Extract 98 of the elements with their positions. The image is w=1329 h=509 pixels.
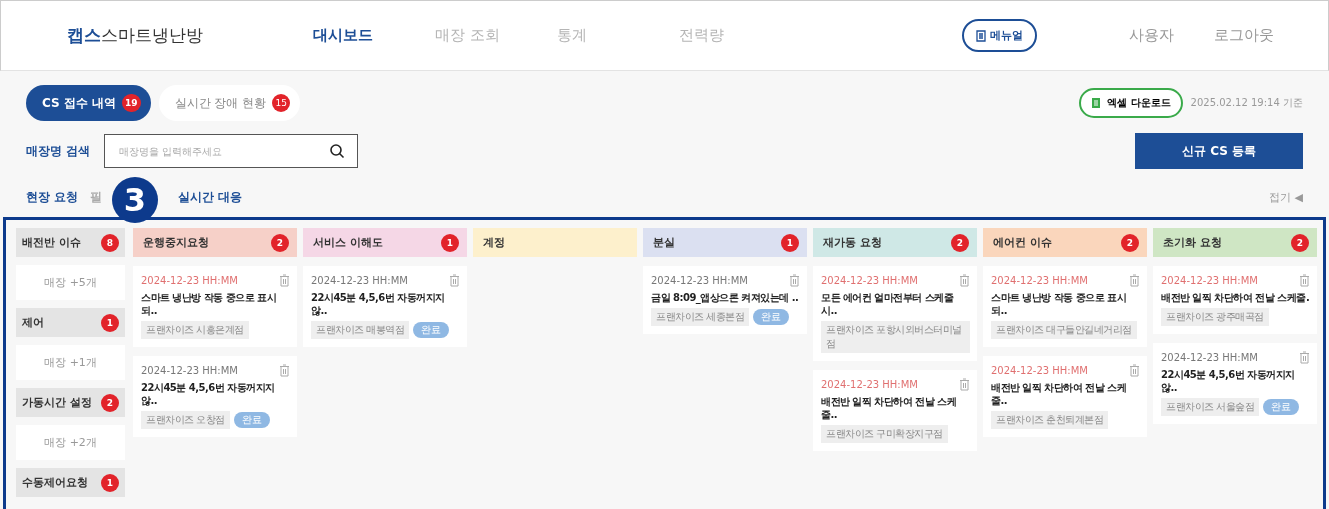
card-date: 2024-12-23 HH:MM bbox=[821, 275, 918, 286]
store-tag: 프랜차이즈 춘천퇴계본점 bbox=[991, 411, 1109, 429]
category-header[interactable]: 수동제어요청 1 bbox=[16, 468, 125, 497]
cs-card[interactable]: 2024-12-23 HH:MM 배전반 일찍 차단하여 전날 스케줄. 프랜차이즈 광주매곡점 bbox=[1153, 266, 1317, 334]
card-date: 2024-12-23 HH:MM bbox=[141, 365, 238, 376]
manual-button[interactable]: 메뉴얼 bbox=[962, 19, 1037, 52]
card-title: 스마트 냉난방 작동 중으로 표시되.. bbox=[141, 291, 278, 317]
count-badge: 1 bbox=[101, 473, 119, 492]
trash-icon[interactable] bbox=[1129, 274, 1140, 287]
store-tag: 프랜차이즈 세종본점 bbox=[651, 308, 750, 326]
cs-card[interactable]: 2024-12-23 HH:MM 22시45분 4,5,6번 자동꺼지지않.. 프랜차이즈 서울숲점 완료 bbox=[1153, 343, 1317, 424]
card-title: 스마트 냉난방 작동 중으로 표시되.. bbox=[991, 291, 1128, 317]
store-tag: 프랜차이즈 매봉역점 bbox=[311, 321, 410, 339]
card-title: 22시45분 4,5,6번 자동꺼지지않.. bbox=[1161, 368, 1296, 394]
sub-tab[interactable]: 현장 요청 bbox=[26, 188, 79, 206]
store-tag: 프랜차이즈 구미확장지구점 bbox=[821, 425, 948, 443]
store-tag: 프랜차이즈 광주매곡점 bbox=[1161, 308, 1269, 326]
card-date: 2024-12-23 HH:MM bbox=[821, 379, 918, 390]
trash-icon[interactable] bbox=[959, 274, 970, 287]
card-date: 2024-12-23 HH:MM bbox=[991, 275, 1088, 286]
cs-card[interactable]: 2024-12-23 HH:MM 모든 에어컨 얼마전부터 스케줄 시.. 프랜차이즈 포항시외버스터미널점 bbox=[813, 266, 977, 361]
store-tag: 프랜차이즈 대구들안길네거리점 bbox=[991, 321, 1137, 339]
search-label: 매장명 검색 bbox=[26, 142, 91, 160]
card-title: 배전반 일찍 차단하여 전날 스케줄.. bbox=[991, 381, 1128, 407]
category-header[interactable]: 배전반 이슈 8 bbox=[16, 228, 125, 257]
done-badge: 완료 bbox=[413, 322, 450, 338]
nav-link[interactable]: 대시보드 bbox=[313, 26, 435, 45]
trash-icon[interactable] bbox=[279, 274, 290, 287]
store-tag: 프랜차이즈 시흥은계점 bbox=[141, 321, 249, 339]
timestamp: 2025.02.12 19:14 기준 bbox=[1190, 96, 1303, 110]
cs-card[interactable]: 2024-12-23 HH:MM 금일 8:09_앱상으론 켜져있는데 .. 프랜차이즈 세종본점 완료 bbox=[643, 266, 807, 334]
cs-card[interactable]: 2024-12-23 HH:MM 배전반 일찍 차단하여 전날 스케줄.. 프랜차이즈 구미확장지구점 bbox=[813, 370, 977, 451]
card-title: 22시45분 4,5,6번 자동꺼지지않.. bbox=[141, 381, 276, 407]
count-badge: 2 bbox=[951, 233, 969, 252]
count-badge: 2 bbox=[271, 233, 289, 252]
category-label: 가동시간 설정 bbox=[22, 395, 92, 410]
column-title: 초기화 요청 bbox=[1163, 235, 1222, 250]
cs-card[interactable]: 2024-12-23 HH:MM 22시45분 4,5,6번 자동꺼지지않.. 프랜차이즈 매봉역점 완료 bbox=[303, 266, 467, 347]
cs-card[interactable]: 2024-12-23 HH:MM 스마트 냉난방 작동 중으로 표시되.. 프랜차이즈 대구들안길네거리점 bbox=[983, 266, 1147, 347]
excel-download-button[interactable]: 엑셀 다운로드 bbox=[1079, 88, 1183, 118]
trash-icon[interactable] bbox=[1299, 351, 1310, 364]
count-badge: 1 bbox=[781, 233, 799, 252]
document-icon bbox=[976, 29, 986, 42]
new-cs-button[interactable]: 신규 CS 등록 bbox=[1135, 133, 1303, 169]
trash-icon[interactable] bbox=[789, 274, 800, 287]
tab[interactable]: 실시간 장애 현황 15 bbox=[158, 85, 301, 121]
tab[interactable]: CS 접수 내역 19 bbox=[26, 85, 151, 121]
count-badge: 1 bbox=[101, 313, 119, 332]
cs-card[interactable]: 2024-12-23 HH:MM 배전반 일찍 차단하여 전날 스케줄.. 프랜차이즈 춘천퇴계본점 bbox=[983, 356, 1147, 437]
store-tag: 프랜차이즈 포항시외버스터미널점 bbox=[821, 321, 970, 353]
cs-card[interactable]: 2024-12-23 HH:MM 스마트 냉난방 작동 중으로 표시되.. 프랜차이즈 시흥은계점 bbox=[133, 266, 297, 347]
card-date: 2024-12-23 HH:MM bbox=[1161, 275, 1258, 286]
card-date: 2024-12-23 HH:MM bbox=[651, 275, 748, 286]
category-label: 제어 bbox=[22, 315, 44, 330]
trash-icon[interactable] bbox=[279, 364, 290, 377]
logo[interactable]: 캡스스마트냉난방 bbox=[67, 24, 313, 47]
search-icon[interactable] bbox=[329, 143, 346, 159]
trash-icon[interactable] bbox=[959, 378, 970, 391]
search-input[interactable]: 매장명을 입력해주세요 bbox=[117, 144, 330, 158]
count-badge: 8 bbox=[101, 233, 119, 252]
card-title: 금일 8:09_앱상으론 켜져있는데 .. bbox=[651, 291, 800, 304]
card-date: 2024-12-23 HH:MM bbox=[311, 275, 408, 286]
card-date: 2024-12-23 HH:MM bbox=[141, 275, 238, 286]
done-badge: 완료 bbox=[1263, 399, 1300, 415]
column-title: 분실 bbox=[653, 235, 675, 250]
store-tag: 프랜차이즈 서울숲점 bbox=[1161, 398, 1260, 416]
count-badge: 2 bbox=[1291, 233, 1309, 252]
card-title: 22시45분 4,5,6번 자동꺼지지않.. bbox=[311, 291, 446, 317]
trash-icon[interactable] bbox=[1299, 274, 1310, 287]
column-title: 계정 bbox=[483, 235, 505, 250]
category-header[interactable]: 가동시간 설정 2 bbox=[16, 388, 125, 417]
card-date: 2024-12-23 HH:MM bbox=[1161, 352, 1258, 363]
category-label: 배전반 이슈 bbox=[22, 235, 81, 250]
trash-icon[interactable] bbox=[1129, 364, 1140, 377]
count-badge: 2 bbox=[1121, 233, 1139, 252]
count-badge: 1 bbox=[441, 233, 459, 252]
card-date: 2024-12-23 HH:MM bbox=[991, 365, 1088, 376]
category-label: 수동제어요청 bbox=[22, 475, 88, 490]
done-badge: 완료 bbox=[753, 309, 790, 325]
count-badge: 2 bbox=[101, 393, 119, 412]
done-badge: 완료 bbox=[233, 412, 270, 428]
card-title: 배전반 일찍 차단하여 전날 스케줄.. bbox=[821, 395, 958, 421]
spreadsheet-icon bbox=[1091, 97, 1102, 109]
card-title: 배전반 일찍 차단하여 전날 스케줄. bbox=[1161, 291, 1310, 304]
column-title: 에어컨 이슈 bbox=[993, 235, 1052, 250]
card-title: 모든 에어컨 얼마전부터 스케줄 시.. bbox=[821, 291, 955, 317]
search-field[interactable]: 매장명을 입력해주세요 bbox=[104, 134, 359, 168]
store-tag: 프랜차이즈 오창점 bbox=[141, 411, 230, 429]
cs-card[interactable]: 2024-12-23 HH:MM 22시45분 4,5,6번 자동꺼지지않.. 프랜차이즈 오창점 완료 bbox=[133, 356, 297, 437]
trash-icon[interactable] bbox=[449, 274, 460, 287]
count-badge: 19 bbox=[122, 94, 141, 112]
sub-tab[interactable]: 실시간 대응 bbox=[178, 188, 243, 206]
step-marker: 3 bbox=[112, 177, 158, 223]
column-title: 운행중지요청 bbox=[143, 235, 209, 250]
column-title: 재가동 요청 bbox=[823, 235, 882, 250]
column-title: 서비스 이해도 bbox=[313, 235, 383, 250]
category-header[interactable]: 제어 1 bbox=[16, 308, 125, 337]
count-badge: 15 bbox=[272, 94, 291, 112]
